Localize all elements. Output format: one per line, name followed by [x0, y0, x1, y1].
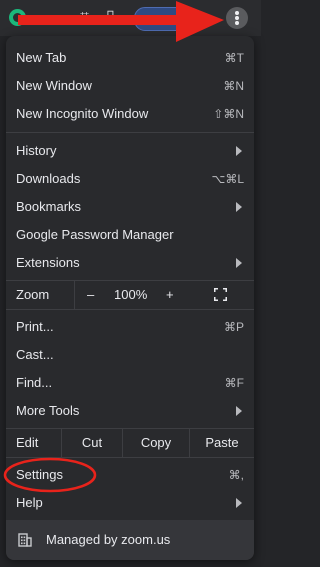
shortcut-label: ⌘P — [223, 320, 244, 334]
separator — [6, 457, 254, 458]
menu-item-new-tab[interactable]: New Tab ⌘T — [6, 44, 254, 72]
cut-label: Cut — [81, 435, 103, 450]
three-dots-menu-icon[interactable] — [226, 7, 248, 29]
menu-item-new-incognito-window[interactable]: New Incognito Window ⇧⌘N — [6, 100, 254, 128]
menu-item-find[interactable]: Find... ⌘F — [6, 369, 254, 397]
menu-item-help[interactable]: Help — [6, 489, 254, 517]
menu-item-label: History — [16, 143, 57, 158]
menu-item-label: New Incognito Window — [16, 106, 149, 121]
shortcut-label: ⌘, — [228, 468, 244, 482]
zoom-row: Zoom – 100% + — [6, 281, 254, 309]
submenu-arrow-icon — [236, 498, 242, 508]
browser-toolbar: ⌗ ▯ — [0, 0, 261, 36]
zoom-out-button[interactable]: – — [87, 288, 94, 302]
shortcut-label: ⌘F — [224, 376, 244, 390]
managed-by-label: Managed by zoom.us — [46, 532, 171, 547]
zoom-label: Zoom — [16, 287, 50, 302]
submenu-arrow-icon — [236, 146, 242, 156]
managed-by-footer[interactable]: Managed by zoom.us — [6, 520, 254, 560]
menu-item-label: Downloads — [16, 171, 81, 186]
shortcut-label: ⇧⌘N — [213, 107, 244, 121]
menu-item-label: Google Password Manager — [16, 227, 174, 242]
menu-item-label: More Tools — [16, 403, 80, 418]
edit-label: Edit — [16, 435, 39, 450]
side-panel-icon[interactable]: ▯ — [106, 8, 115, 26]
menu-item-label: Settings — [16, 467, 63, 482]
paste-label: Paste — [205, 435, 239, 450]
submenu-arrow-icon — [236, 406, 242, 416]
zoom-in-button[interactable]: + — [166, 288, 174, 302]
menu-item-print[interactable]: Print... ⌘P — [6, 313, 254, 341]
fullscreen-icon[interactable] — [214, 288, 227, 301]
menu-item-label: Help — [16, 495, 43, 510]
menu-item-label: New Tab — [16, 50, 67, 65]
menu-item-label: Find... — [16, 375, 53, 390]
menu-item-extensions[interactable]: Extensions — [6, 249, 254, 277]
menu-item-cast[interactable]: Cast... — [6, 341, 254, 369]
browser-window: ⌗ ▯ New Tab ⌘T New Window ⌘N New Incogni… — [0, 0, 261, 567]
menu-item-downloads[interactable]: Downloads ⌥⌘L — [6, 165, 254, 193]
separator — [6, 309, 254, 310]
menu-item-label: Cast... — [16, 347, 54, 362]
shortcut-label: ⌘T — [224, 51, 244, 65]
menu-item-google-password-manager[interactable]: Google Password Manager — [6, 221, 254, 249]
separator — [6, 132, 254, 133]
edit-row: Edit Cut Copy Paste — [6, 429, 254, 457]
chrome-main-menu: New Tab ⌘T New Window ⌘N New Incognito W… — [6, 36, 254, 560]
profile-button[interactable] — [134, 7, 196, 31]
menu-item-label: New Window — [16, 78, 92, 93]
shortcut-label: ⌘N — [223, 79, 244, 93]
tab-search-icon[interactable]: ⌗ — [80, 8, 89, 26]
extension-icon[interactable] — [9, 9, 26, 26]
menu-item-label: Bookmarks — [16, 199, 82, 214]
cut-button[interactable]: Cut — [62, 429, 122, 457]
shortcut-label: ⌥⌘L — [211, 172, 244, 186]
divider — [74, 281, 75, 309]
building-icon — [18, 533, 32, 547]
menu-item-label: Extensions — [16, 255, 80, 270]
submenu-arrow-icon — [236, 258, 242, 268]
menu-item-history[interactable]: History — [6, 137, 254, 165]
menu-item-new-window[interactable]: New Window ⌘N — [6, 72, 254, 100]
zoom-level: 100% — [114, 287, 148, 302]
copy-button[interactable]: Copy — [123, 429, 189, 457]
menu-item-bookmarks[interactable]: Bookmarks — [6, 193, 254, 221]
menu-item-more-tools[interactable]: More Tools — [6, 397, 254, 425]
submenu-arrow-icon — [236, 202, 242, 212]
paste-button[interactable]: Paste — [190, 429, 254, 457]
copy-label: Copy — [140, 435, 172, 450]
menu-item-label: Print... — [16, 319, 54, 334]
menu-item-settings[interactable]: Settings ⌘, — [6, 461, 254, 489]
